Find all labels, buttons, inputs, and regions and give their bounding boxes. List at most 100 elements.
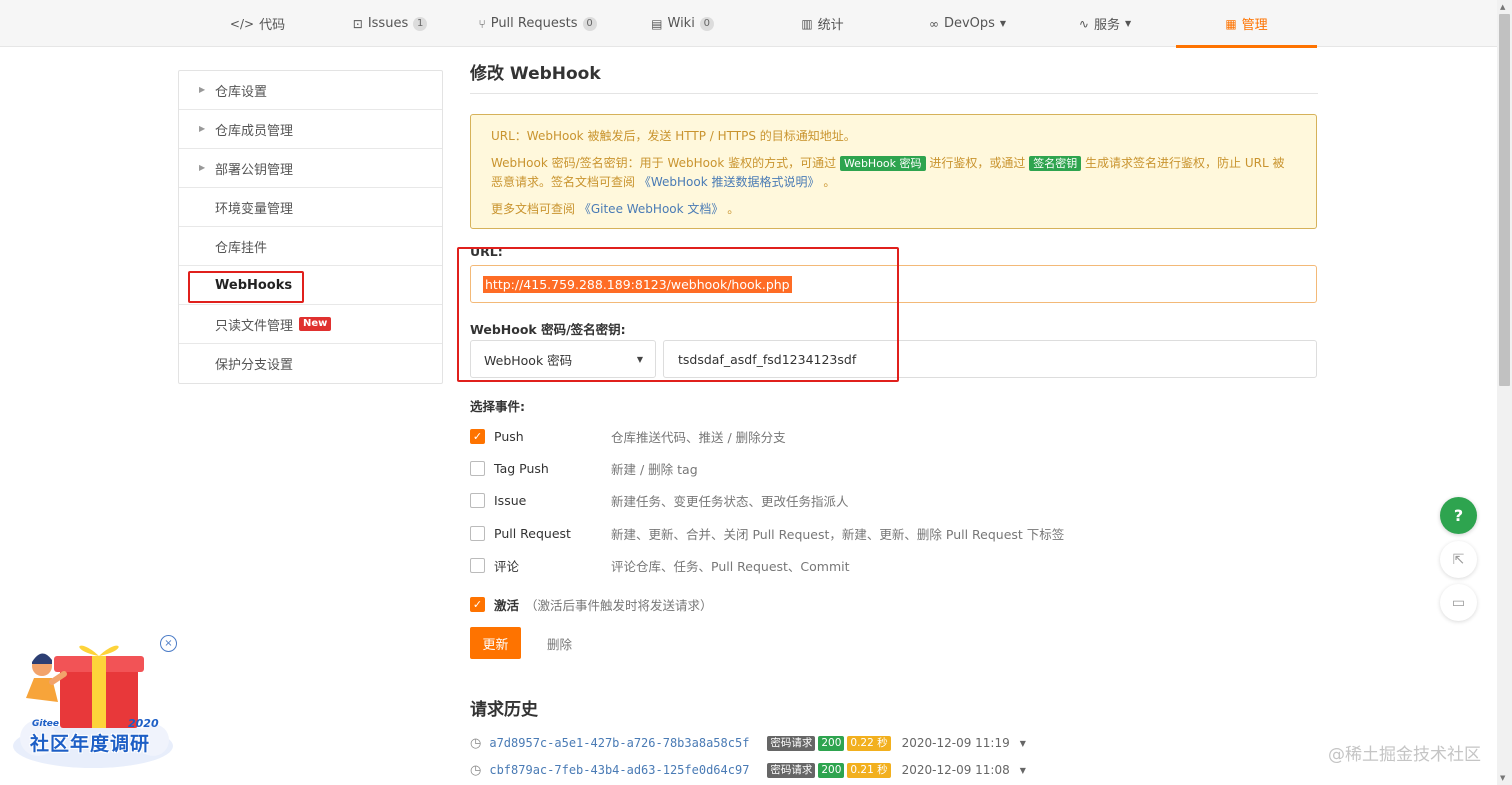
tab-issues[interactable]: ⊡ Issues 1 bbox=[335, 0, 445, 47]
sidebar-item-readonly-files[interactable]: 只读文件管理 New bbox=[179, 305, 442, 344]
event-name: Issue bbox=[494, 492, 527, 508]
chevron-down-icon[interactable]: ▼ bbox=[1020, 766, 1026, 775]
event-push[interactable]: ✓ Push 仓库推送代码、推送 / 删除分支 bbox=[470, 426, 786, 446]
request-id[interactable]: a7d8957c-a5e1-427b-a726-78b3a8a58c5f bbox=[489, 736, 767, 750]
sign-key-tag: 签名密钥 bbox=[1029, 156, 1082, 171]
code-icon: </> bbox=[229, 16, 255, 31]
notice-text: 。 bbox=[727, 202, 740, 216]
history-row[interactable]: ◷ cbf879ac-7feb-43b4-ad63-125fe0d64c97 密… bbox=[470, 760, 1026, 780]
tab-services[interactable]: ∿ 服务 ▼ bbox=[1055, 0, 1155, 47]
tab-devops[interactable]: ∞ DevOps ▼ bbox=[910, 0, 1025, 47]
scrollbar-thumb[interactable] bbox=[1499, 14, 1510, 386]
tab-pull-requests[interactable]: ⑂ Pull Requests 0 bbox=[465, 0, 610, 47]
promo-close-button[interactable]: × bbox=[160, 635, 177, 652]
event-comment[interactable]: 评论 评论仓库、任务、Pull Request、Commit bbox=[470, 555, 850, 575]
sidebar-item-label: 仓库成员管理 bbox=[215, 123, 294, 139]
promo-title: 社区年度调研 bbox=[30, 733, 151, 755]
repo-nav-bar: </> 代码 ⊡ Issues 1 ⑂ Pull Requests 0 ▤ Wi… bbox=[0, 0, 1497, 48]
sidebar-item-label: 保护分支设置 bbox=[215, 358, 294, 373]
survey-promo[interactable]: × Gitee 2020 社区年度调研 bbox=[8, 628, 183, 773]
comment-icon[interactable]: ▭ bbox=[1440, 584, 1477, 621]
sidebar-item-repo-settings[interactable]: ▶ 仓库设置 bbox=[179, 71, 442, 110]
notice-line-secret: WebHook 密码/签名密钥：用于 WebHook 鉴权的方式，可通过 Web… bbox=[491, 154, 1296, 192]
webhook-edit-panel: 修改 WebHook URL：WebHook 被触发后，发送 HTTP / HT… bbox=[470, 62, 1318, 778]
notice-line-url: URL：WebHook 被触发后，发送 HTTP / HTTPS 的目标通知地址… bbox=[491, 129, 856, 143]
push-format-doc-link[interactable]: 《WebHook 推送数据格式说明》 bbox=[639, 175, 820, 189]
tab-manage-label: 管理 bbox=[1241, 18, 1268, 33]
request-type-badge: 密码请求 bbox=[767, 762, 816, 778]
tab-code[interactable]: </> 代码 bbox=[195, 0, 320, 47]
activate-row[interactable]: ✓ 激活 （激活后事件触发时将发送请求） bbox=[470, 594, 713, 614]
clock-icon: ◷ bbox=[470, 735, 482, 751]
history-row[interactable]: ◷ a7d8957c-a5e1-427b-a726-78b3a8a58c5f 密… bbox=[470, 733, 1026, 753]
sidebar-item-protected-branches[interactable]: 保护分支设置 bbox=[179, 344, 442, 383]
tab-wiki[interactable]: ▤ Wiki 0 bbox=[630, 0, 735, 47]
new-badge: New bbox=[299, 317, 332, 331]
issue-icon: ⊡ bbox=[352, 16, 363, 31]
event-tag-push[interactable]: Tag Push 新建 / 删除 tag bbox=[470, 458, 698, 478]
status-badge: 200 bbox=[818, 762, 845, 778]
clock-icon: ◷ bbox=[470, 762, 482, 778]
tab-stats[interactable]: ▥ 统计 bbox=[770, 0, 875, 47]
request-history-title: 请求历史 bbox=[470, 700, 538, 720]
page-scrollbar[interactable]: ▲ ▼ bbox=[1497, 0, 1512, 785]
bar-chart-icon: ▥ bbox=[801, 16, 813, 31]
sidebar-item-widgets[interactable]: 仓库挂件 bbox=[179, 227, 442, 266]
event-name: 评论 bbox=[494, 558, 520, 574]
comment-checkbox[interactable] bbox=[470, 557, 485, 573]
event-desc: 新建、更新、合并、关闭 Pull Request，新建、更新、删除 Pull R… bbox=[611, 526, 1065, 542]
sidebar-item-env-vars[interactable]: 环境变量管理 bbox=[179, 188, 442, 227]
sidebar-item-label: 仓库设置 bbox=[215, 84, 268, 100]
event-desc: 评论仓库、任务、Pull Request、Commit bbox=[611, 558, 850, 574]
webhook-info-notice: URL：WebHook 被触发后，发送 HTTP / HTTPS 的目标通知地址… bbox=[470, 114, 1317, 229]
scroll-up-arrow-icon[interactable]: ▲ bbox=[1500, 3, 1505, 11]
event-name: Pull Request bbox=[494, 525, 571, 541]
chevron-right-icon: ▶ bbox=[199, 163, 206, 172]
request-type-badge: 密码请求 bbox=[767, 735, 816, 751]
activate-label: 激活 bbox=[494, 597, 520, 613]
share-icon[interactable]: ⇱ bbox=[1440, 541, 1477, 578]
tag-push-checkbox[interactable] bbox=[470, 460, 485, 476]
delete-button[interactable]: 删除 bbox=[547, 627, 572, 659]
event-issue[interactable]: Issue 新建任务、变更任务状态、更改任务指派人 bbox=[470, 490, 849, 510]
tab-manage[interactable]: ▦ 管理 bbox=[1176, 0, 1317, 48]
request-time: 2020-12-09 11:19 bbox=[901, 736, 1010, 750]
help-button[interactable]: ? bbox=[1440, 497, 1477, 534]
request-time: 2020-12-09 11:08 bbox=[901, 763, 1010, 777]
sidebar-item-deploy-keys[interactable]: ▶ 部署公钥管理 bbox=[179, 149, 442, 188]
issue-checkbox[interactable] bbox=[470, 492, 485, 508]
scroll-down-arrow-icon[interactable]: ▼ bbox=[1500, 774, 1505, 782]
activate-checkbox[interactable]: ✓ bbox=[470, 596, 485, 612]
sidebar-item-label: 部署公钥管理 bbox=[215, 162, 294, 178]
pull-request-icon: ⑂ bbox=[478, 16, 486, 31]
issues-count-badge: 1 bbox=[413, 16, 428, 31]
events-label: 选择事件: bbox=[470, 399, 525, 414]
event-desc: 新建 / 删除 tag bbox=[611, 461, 698, 477]
page-title: 修改 WebHook bbox=[470, 62, 1318, 94]
chevron-down-icon: ▼ bbox=[1124, 19, 1132, 28]
tab-stats-label: 统计 bbox=[817, 18, 844, 33]
webhooks-highlight-box bbox=[188, 271, 304, 303]
notice-text: WebHook 密码/签名密钥：用于 WebHook 鉴权的方式，可通过 bbox=[491, 156, 837, 170]
tab-services-label: 服务 bbox=[1093, 18, 1120, 33]
sidebar-item-members[interactable]: ▶ 仓库成员管理 bbox=[179, 110, 442, 149]
status-badge: 200 bbox=[818, 735, 845, 751]
gitee-webhook-doc-link[interactable]: 《Gitee WebHook 文档》 bbox=[579, 202, 724, 216]
sidebar-item-label: 仓库挂件 bbox=[215, 240, 268, 256]
tab-devops-label: DevOps bbox=[943, 16, 995, 31]
sidebar-item-label: 环境变量管理 bbox=[215, 201, 294, 217]
pull-request-checkbox[interactable] bbox=[470, 525, 485, 541]
chevron-right-icon: ▶ bbox=[199, 124, 206, 133]
duration-badge: 0.21 秒 bbox=[847, 762, 891, 778]
notice-text: 进行鉴权，或通过 bbox=[929, 156, 1026, 170]
chevron-down-icon[interactable]: ▼ bbox=[1020, 739, 1026, 748]
update-button[interactable]: 更新 bbox=[470, 627, 521, 659]
promo-brand: Gitee bbox=[32, 719, 59, 729]
event-pull-request[interactable]: Pull Request 新建、更新、合并、关闭 Pull Request，新建… bbox=[470, 523, 1064, 543]
chevron-down-icon: ▼ bbox=[999, 19, 1007, 28]
notice-line-docs: 更多文档可查阅 《Gitee WebHook 文档》 。 bbox=[491, 200, 1296, 219]
request-id[interactable]: cbf879ac-7feb-43b4-ad63-125fe0d64c97 bbox=[489, 763, 767, 777]
wiki-count-badge: 0 bbox=[699, 16, 714, 31]
push-checkbox[interactable]: ✓ bbox=[470, 428, 485, 444]
notice-text: 更多文档可查阅 bbox=[491, 202, 576, 216]
